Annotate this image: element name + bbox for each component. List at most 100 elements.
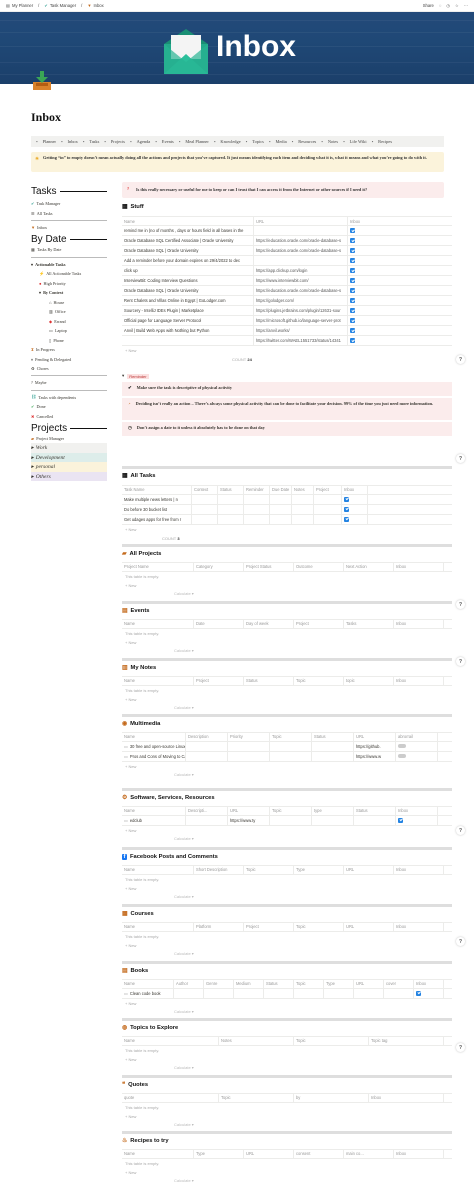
table-row[interactable]: Oracle Database SQL | Oracle University h… (122, 286, 452, 296)
comment-icon[interactable]: ◌ (439, 3, 442, 8)
column-header[interactable]: abrorrail (396, 732, 438, 741)
new-row-button[interactable]: + New (122, 525, 452, 534)
sidebar-all-actionable[interactable]: ⚡ All Actionable Tasks (31, 269, 107, 279)
row-name[interactable]: Sourcery - IntelliJ IDEs Plugin | Market… (122, 306, 254, 315)
star-icon[interactable]: ☆ (455, 3, 459, 8)
column-header[interactable]: quote (122, 1093, 219, 1102)
task-name[interactable]: Make multiple news letters | n (122, 494, 192, 504)
column-header[interactable]: Inbox (396, 806, 438, 815)
table-cell[interactable] (228, 741, 270, 751)
task-cell[interactable] (270, 504, 292, 514)
task-cell[interactable] (192, 514, 218, 524)
table-row[interactable]: ▭Pros and Cons of Moving to Calgary - Ho… (122, 751, 452, 762)
column-header[interactable]: URL (354, 732, 396, 741)
column-header[interactable]: Platform (194, 922, 244, 931)
toggle-icon[interactable]: ▸ (31, 474, 34, 480)
calculate-button[interactable]: Calculate ▾ (122, 1064, 452, 1072)
column-header[interactable]: Project Name (122, 562, 194, 571)
nav-link[interactable]: Notes (328, 139, 338, 144)
table-cell[interactable]: https://www.ty (228, 815, 270, 825)
clock-icon[interactable]: ◷ (446, 3, 450, 8)
column-header[interactable]: Project (194, 676, 244, 685)
nav-link[interactable]: Life Wiki (350, 139, 367, 144)
row-inbox[interactable] (348, 236, 376, 245)
crumb-inbox[interactable]: ▼ Inbox (87, 3, 103, 8)
table-cell[interactable] (186, 815, 228, 825)
column-header[interactable]: Status (218, 485, 244, 494)
row-name[interactable]: InterviewBit: Coding Interview Questions (122, 276, 254, 285)
task-cell[interactable] (270, 514, 292, 524)
row-url[interactable]: https://app.clickup.com/login (254, 266, 348, 275)
inbox-checkbox[interactable] (350, 288, 355, 293)
sidebar-actionable[interactable]: ▾ Actionable Tasks (31, 259, 107, 269)
row-url[interactable]: https://education.oracle.com/oracle-data… (254, 236, 348, 245)
inbox-checkbox[interactable] (350, 298, 355, 303)
table-cell[interactable] (270, 741, 312, 751)
column-header[interactable]: Short Description (194, 865, 244, 874)
row-inbox[interactable] (348, 226, 376, 235)
inbox-checkbox[interactable] (350, 338, 355, 343)
column-header[interactable]: URL (344, 922, 394, 931)
inbox-checkbox[interactable] (350, 278, 355, 283)
column-header[interactable]: Inbox (394, 562, 444, 571)
column-header[interactable]: URL (244, 1149, 294, 1158)
sidebar-area-others[interactable]: ▸ Others (31, 471, 107, 482)
calculate-button[interactable]: Calculate ▾ (122, 704, 452, 712)
task-cell[interactable] (342, 494, 368, 504)
column-header[interactable]: Topic (270, 806, 312, 815)
crumb-planner[interactable]: ▤ My Planner (6, 3, 33, 8)
column-header[interactable]: by (294, 1093, 369, 1102)
sidebar-context-office[interactable]: ▥ Office (31, 307, 107, 317)
column-header[interactable]: Date (194, 619, 244, 628)
row-url[interactable]: https://microsoft.github.io/language-ser… (254, 316, 348, 325)
table-row[interactable]: Do before 30 bucket list (122, 504, 452, 515)
task-cell[interactable] (342, 504, 368, 514)
new-row-button[interactable]: + New (122, 762, 452, 771)
new-row-button[interactable]: + New (122, 581, 452, 590)
column-header[interactable]: main co... (344, 1149, 394, 1158)
column-header[interactable]: Description (186, 732, 228, 741)
table-cell[interactable] (228, 751, 270, 761)
column-header[interactable]: URL (354, 979, 384, 988)
column-header[interactable]: Context (192, 485, 218, 494)
calculate-button[interactable]: Calculate ▾ (122, 1121, 452, 1129)
column-header[interactable]: Priority (228, 732, 270, 741)
task-cell[interactable] (270, 494, 292, 504)
row-url[interactable]: https://golodger.com/ (254, 296, 348, 305)
toggle-icon[interactable]: ▸ (31, 464, 34, 470)
row-name[interactable]: Official page for Language Server Protoc… (122, 316, 254, 325)
column-header[interactable]: Name (122, 619, 194, 628)
table-cell[interactable] (270, 751, 312, 761)
column-header[interactable]: Topic (270, 732, 312, 741)
column-header[interactable]: Inbox (394, 922, 444, 931)
task-cell[interactable] (314, 514, 342, 524)
inbox-checkbox[interactable] (344, 516, 349, 522)
row-url[interactable]: https://twitter.com/WAEL1551733/status/1… (254, 336, 348, 345)
table-row[interactable]: Oracle Database SQL Certified Associate … (122, 236, 452, 246)
sidebar-pending[interactable]: ⏸ Pending & Delegated (31, 354, 107, 364)
column-header[interactable]: Project (294, 619, 344, 628)
table-cell[interactable]: https://www.w (354, 751, 396, 761)
nav-link[interactable]: Recipes (378, 139, 392, 144)
column-header[interactable]: Topic (219, 1093, 294, 1102)
inbox-checkbox[interactable] (350, 268, 355, 273)
nav-link[interactable]: Projects (111, 139, 125, 144)
inbox-checkbox[interactable] (398, 817, 403, 823)
table-cell[interactable] (294, 988, 324, 998)
nav-link[interactable]: Agenda (137, 139, 151, 144)
row-inbox[interactable] (348, 286, 376, 295)
task-name[interactable]: Do before 30 bucket list (122, 504, 192, 514)
table-row[interactable]: Anvil | Build Web Apps with Nothing but … (122, 326, 452, 336)
column-header[interactable]: Inbox (414, 979, 444, 988)
table-cell[interactable] (186, 741, 228, 751)
sidebar-area-work[interactable]: ▸ Work (31, 443, 107, 453)
task-cell[interactable] (244, 514, 270, 524)
row-url[interactable]: https://www.interviewbit.com/ (254, 276, 348, 285)
inbox-checkbox[interactable] (350, 308, 355, 313)
task-cell[interactable] (292, 494, 314, 504)
sidebar-all-tasks[interactable]: ☰ All Tasks (31, 209, 107, 219)
nav-link[interactable]: Planner (43, 139, 56, 144)
table-row[interactable]: Rent Chalets and Villas Online in Egypt … (122, 296, 452, 306)
table-cell[interactable]: ▭ Clean code book (122, 988, 174, 998)
toggle-icon[interactable]: ▸ (31, 445, 34, 451)
